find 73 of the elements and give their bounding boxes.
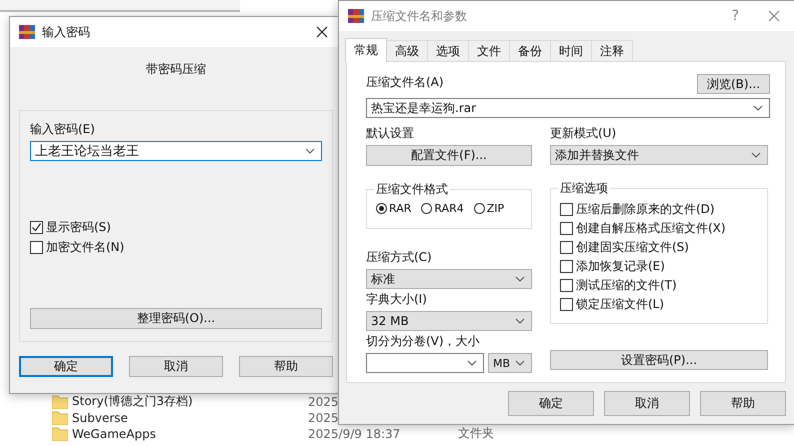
tab[interactable]: 注释 (591, 40, 633, 61)
checkbox-box[interactable] (560, 222, 573, 235)
window-title: 压缩文件名和参数 (371, 8, 468, 24)
file-name[interactable]: WeGameApps (72, 426, 308, 440)
organize-passwords-button[interactable]: 整理密码(O)... (30, 308, 322, 329)
group-title: 压缩文件格式 (374, 182, 450, 196)
tab[interactable]: 常规 (345, 38, 387, 62)
field-label: 字典大小(I) (366, 291, 428, 308)
checkbox[interactable]: 创建自解压格式压缩文件(X) (560, 220, 763, 237)
browse-button[interactable]: 浏览(B)... (697, 74, 770, 94)
dialog-button[interactable]: 取消 (129, 356, 223, 377)
dialog-button[interactable]: 确定 (508, 391, 594, 416)
profiles-button[interactable]: 配置文件(F)... (366, 145, 532, 166)
chevron-down-icon[interactable] (467, 360, 477, 366)
file-date: 2025 (308, 394, 340, 408)
file-date: 2025 (308, 410, 340, 424)
dialog-button[interactable]: 帮助 (700, 391, 786, 416)
field-label: 压缩方式(C) (366, 249, 433, 266)
field-label: 默认设置 (366, 125, 415, 142)
checkbox[interactable]: 锁定压缩文件(L) (560, 296, 763, 313)
close-icon[interactable] (316, 26, 328, 38)
chevron-down-icon[interactable] (753, 105, 763, 111)
chevron-down-icon[interactable] (515, 360, 525, 366)
window-title: 输入密码 (42, 24, 91, 40)
method-dropdown[interactable]: 标准 (366, 269, 532, 289)
field-label: 输入密码(E) (30, 121, 96, 138)
radio-button[interactable] (421, 203, 432, 214)
checkbox-box[interactable] (560, 241, 573, 254)
folder-icon (52, 410, 68, 424)
file-date: 2025/9/9 18:37 (308, 426, 402, 440)
folder-icon (52, 426, 68, 440)
checkbox[interactable]: 压缩后删除原来的文件(D) (560, 201, 763, 218)
checkbox[interactable]: 显示密码(S) (30, 219, 322, 236)
archive-name-field[interactable]: 热宝还是幸运狗.rar (366, 98, 770, 118)
checkbox-box[interactable] (30, 241, 43, 254)
file-name[interactable]: Story(博德之门3存档) (72, 393, 308, 410)
radio-option[interactable]: RAR (376, 202, 412, 215)
group-title: 压缩选项 (558, 181, 610, 195)
update-mode-dropdown[interactable]: 添加并替换文件 (550, 145, 768, 165)
chevron-down-icon[interactable] (515, 276, 525, 282)
help-button[interactable]: ? (732, 8, 739, 24)
dialog-subtitle: 带密码压缩 (145, 61, 207, 78)
set-password-button[interactable]: 设置密码(P)... (550, 350, 768, 370)
radio-option[interactable]: ZIP (474, 202, 504, 215)
checkbox[interactable]: 加密文件名(N) (30, 239, 322, 256)
chevron-down-icon[interactable] (305, 148, 315, 154)
checkbox[interactable]: 测试压缩的文件(T) (560, 277, 763, 294)
checkbox-box[interactable] (560, 203, 573, 216)
field-label: 压缩文件名(A) (366, 74, 444, 91)
unit-dropdown[interactable]: MB (488, 353, 532, 373)
checkbox-box[interactable] (560, 279, 573, 292)
checkbox-box[interactable] (560, 298, 573, 311)
chevron-down-icon[interactable] (515, 318, 525, 324)
password-field[interactable]: 上老王论坛当老王 (30, 141, 322, 161)
archive-books-icon (348, 8, 364, 24)
checkbox-box[interactable] (30, 221, 43, 234)
chevron-down-icon[interactable] (751, 152, 761, 158)
checkbox-box[interactable] (560, 260, 573, 273)
dictionary-dropdown[interactable]: 32 MB (366, 311, 532, 331)
dialog-button[interactable]: 确定 (19, 356, 113, 377)
dialog-button[interactable]: 帮助 (239, 356, 333, 377)
checkbox[interactable]: 添加恢复记录(E) (560, 258, 763, 275)
field-label: 切分为分卷(V)，大小 (366, 333, 481, 350)
radio-option[interactable]: RAR4 (421, 202, 464, 215)
checkbox[interactable]: 创建固实压缩文件(S) (560, 239, 763, 256)
dialog-button[interactable]: 取消 (604, 391, 690, 416)
field-label: 更新模式(U) (550, 125, 618, 142)
radio-button[interactable] (474, 203, 485, 214)
split-size-field[interactable] (366, 353, 484, 373)
file-name[interactable]: Subverse (72, 410, 308, 424)
archive-books-icon (19, 24, 35, 40)
file-type: 文件夹 (458, 425, 494, 442)
radio-button[interactable] (376, 203, 387, 214)
